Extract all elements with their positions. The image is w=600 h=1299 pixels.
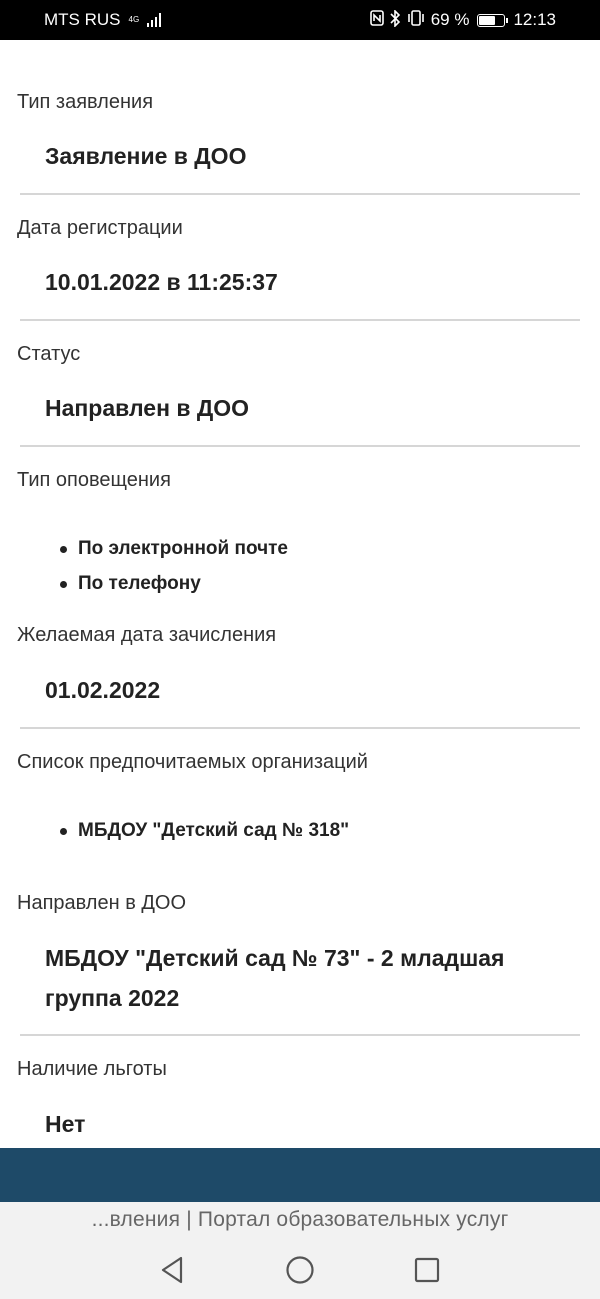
field-value-status: Направлен в ДОО <box>45 395 250 421</box>
battery-percent: 69 % <box>430 10 470 29</box>
field-label-status: Статус <box>17 343 81 365</box>
status-bar: MTS RUS 4G 69 % 12:13 <box>0 0 600 40</box>
home-circle-icon <box>286 1256 314 1284</box>
divider <box>20 1034 580 1036</box>
divider <box>20 727 580 729</box>
signal-icon <box>147 13 162 27</box>
vibrate-icon <box>407 10 425 30</box>
recents-square-icon <box>414 1257 440 1283</box>
status-right: 69 % 12:13 <box>369 8 556 31</box>
field-label-application-type: Тип заявления <box>17 91 154 113</box>
field-label-benefit: Наличие льготы <box>17 1058 167 1080</box>
battery-fill <box>479 15 496 25</box>
field-value-assigned-doo: МБДОУ "Детский сад № 73" - 2 младшая гру… <box>45 945 505 1011</box>
field-value-registration-date: 10.01.2022 в 11:25:37 <box>45 269 278 295</box>
battery-icon <box>477 13 509 27</box>
carrier-name: MTS RUS <box>44 10 121 29</box>
home-button[interactable] <box>280 1250 320 1290</box>
field-label-assigned-doo: Направлен в ДОО <box>17 892 187 914</box>
back-triangle-icon <box>161 1256 183 1284</box>
field-label-desired-enrollment-date: Желаемая дата зачисления <box>17 624 277 646</box>
browser-page-title[interactable]: ...вления | Портал образовательных услуг <box>0 1208 600 1232</box>
field-value-benefit: Нет <box>45 1111 86 1137</box>
site-footer-bar <box>0 1148 600 1202</box>
divider <box>20 193 580 195</box>
preferred-organizations-list: МБДОУ "Детский сад № 318" <box>58 813 349 848</box>
field-label-registration-date: Дата регистрации <box>17 217 183 239</box>
application-details: Тип заявления Заявление в ДОО Дата регис… <box>0 40 600 1148</box>
field-value-application-type: Заявление в ДОО <box>45 143 247 169</box>
clock: 12:13 <box>513 10 556 29</box>
nfc-icon <box>369 10 384 30</box>
back-button[interactable] <box>152 1250 192 1290</box>
network-type: 4G <box>128 15 140 24</box>
field-label-notification-type: Тип оповещения <box>17 469 171 491</box>
divider <box>20 319 580 321</box>
status-left: MTS RUS 4G <box>44 10 162 30</box>
browser-footer: ...вления | Портал образовательных услуг <box>0 1202 600 1299</box>
notification-type-list: По электронной почте По телефону <box>58 531 288 601</box>
divider <box>20 445 580 447</box>
recents-button[interactable] <box>407 1250 447 1290</box>
field-value-desired-enrollment-date: 01.02.2022 <box>45 677 161 703</box>
field-label-preferred-organizations: Список предпочитаемых организаций <box>17 751 368 773</box>
list-item: МБДОУ "Детский сад № 318" <box>58 813 349 848</box>
list-item: По электронной почте <box>58 531 288 566</box>
list-item: По телефону <box>58 566 288 601</box>
bluetooth-icon <box>390 8 401 31</box>
